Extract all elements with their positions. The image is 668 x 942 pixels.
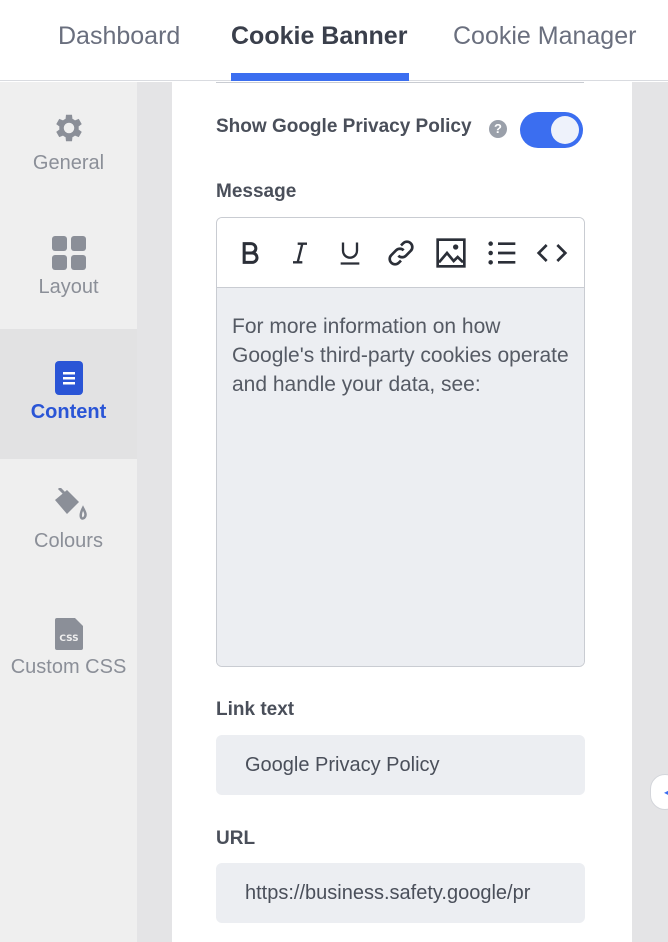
list-icon	[488, 241, 516, 265]
link-icon	[388, 240, 414, 266]
help-icon[interactable]: ?	[489, 120, 507, 138]
tab-cookie-banner[interactable]: Cookie Banner	[231, 22, 407, 51]
divider	[216, 82, 584, 83]
show-privacy-policy-label: Show Google Privacy Policy	[216, 116, 472, 137]
underline-icon	[340, 242, 360, 265]
side-panel-handle[interactable]: ◀	[650, 774, 668, 810]
active-tab-indicator	[231, 73, 409, 81]
code-icon	[536, 244, 568, 262]
sidebar-item-layout[interactable]: Layout	[0, 236, 137, 336]
sidebar-item-label: Content	[30, 401, 107, 423]
message-editor: For more information on how Google's thi…	[216, 217, 585, 667]
sidebar-item-colours[interactable]: Colours	[0, 488, 137, 588]
message-label: Message	[216, 181, 297, 202]
bold-icon	[242, 242, 259, 264]
svg-text:CSS: CSS	[59, 634, 78, 644]
chevron-left-icon: ◀	[664, 785, 668, 799]
editor-toolbar	[217, 218, 584, 288]
code-button[interactable]	[534, 235, 570, 271]
css-file-icon: CSS	[54, 618, 83, 650]
sidebar-item-label: General	[32, 152, 105, 174]
url-input[interactable]: https://business.safety.google/pr	[216, 863, 585, 923]
grid-icon	[51, 236, 86, 270]
message-textarea[interactable]: For more information on how Google's thi…	[217, 288, 584, 666]
image-button[interactable]	[433, 235, 469, 271]
tab-cookie-manager[interactable]: Cookie Manager	[453, 22, 636, 51]
list-button[interactable]	[484, 235, 520, 271]
paint-bucket-icon	[54, 488, 87, 520]
sidebar-item-label: Colours	[34, 530, 103, 552]
italic-icon	[293, 242, 307, 264]
gear-icon	[55, 114, 82, 142]
sidebar-item-label: Custom CSS	[10, 656, 127, 678]
sidebar-item-content[interactable]: Content	[0, 329, 137, 459]
link-text-input[interactable]: Google Privacy Policy	[216, 735, 585, 795]
image-icon	[436, 238, 466, 268]
italic-button[interactable]	[282, 235, 318, 271]
link-button[interactable]	[383, 235, 419, 271]
document-icon	[54, 361, 83, 395]
top-nav: Dashboard Cookie Banner Cookie Manager	[0, 0, 668, 81]
sidebar-item-custom-css[interactable]: CSS Custom CSS	[0, 618, 137, 718]
link-text-label: Link text	[216, 699, 295, 720]
url-label: URL	[216, 828, 256, 849]
toggle-knob	[551, 116, 579, 144]
sidebar-item-label: Layout	[38, 276, 99, 298]
underline-button[interactable]	[332, 235, 368, 271]
tab-dashboard[interactable]: Dashboard	[58, 22, 180, 51]
bold-button[interactable]	[232, 235, 268, 271]
sidebar: General Layout Content Colours CSS Custo…	[0, 82, 137, 942]
show-privacy-policy-toggle[interactable]	[520, 112, 583, 148]
sidebar-item-general[interactable]: General	[0, 110, 137, 210]
